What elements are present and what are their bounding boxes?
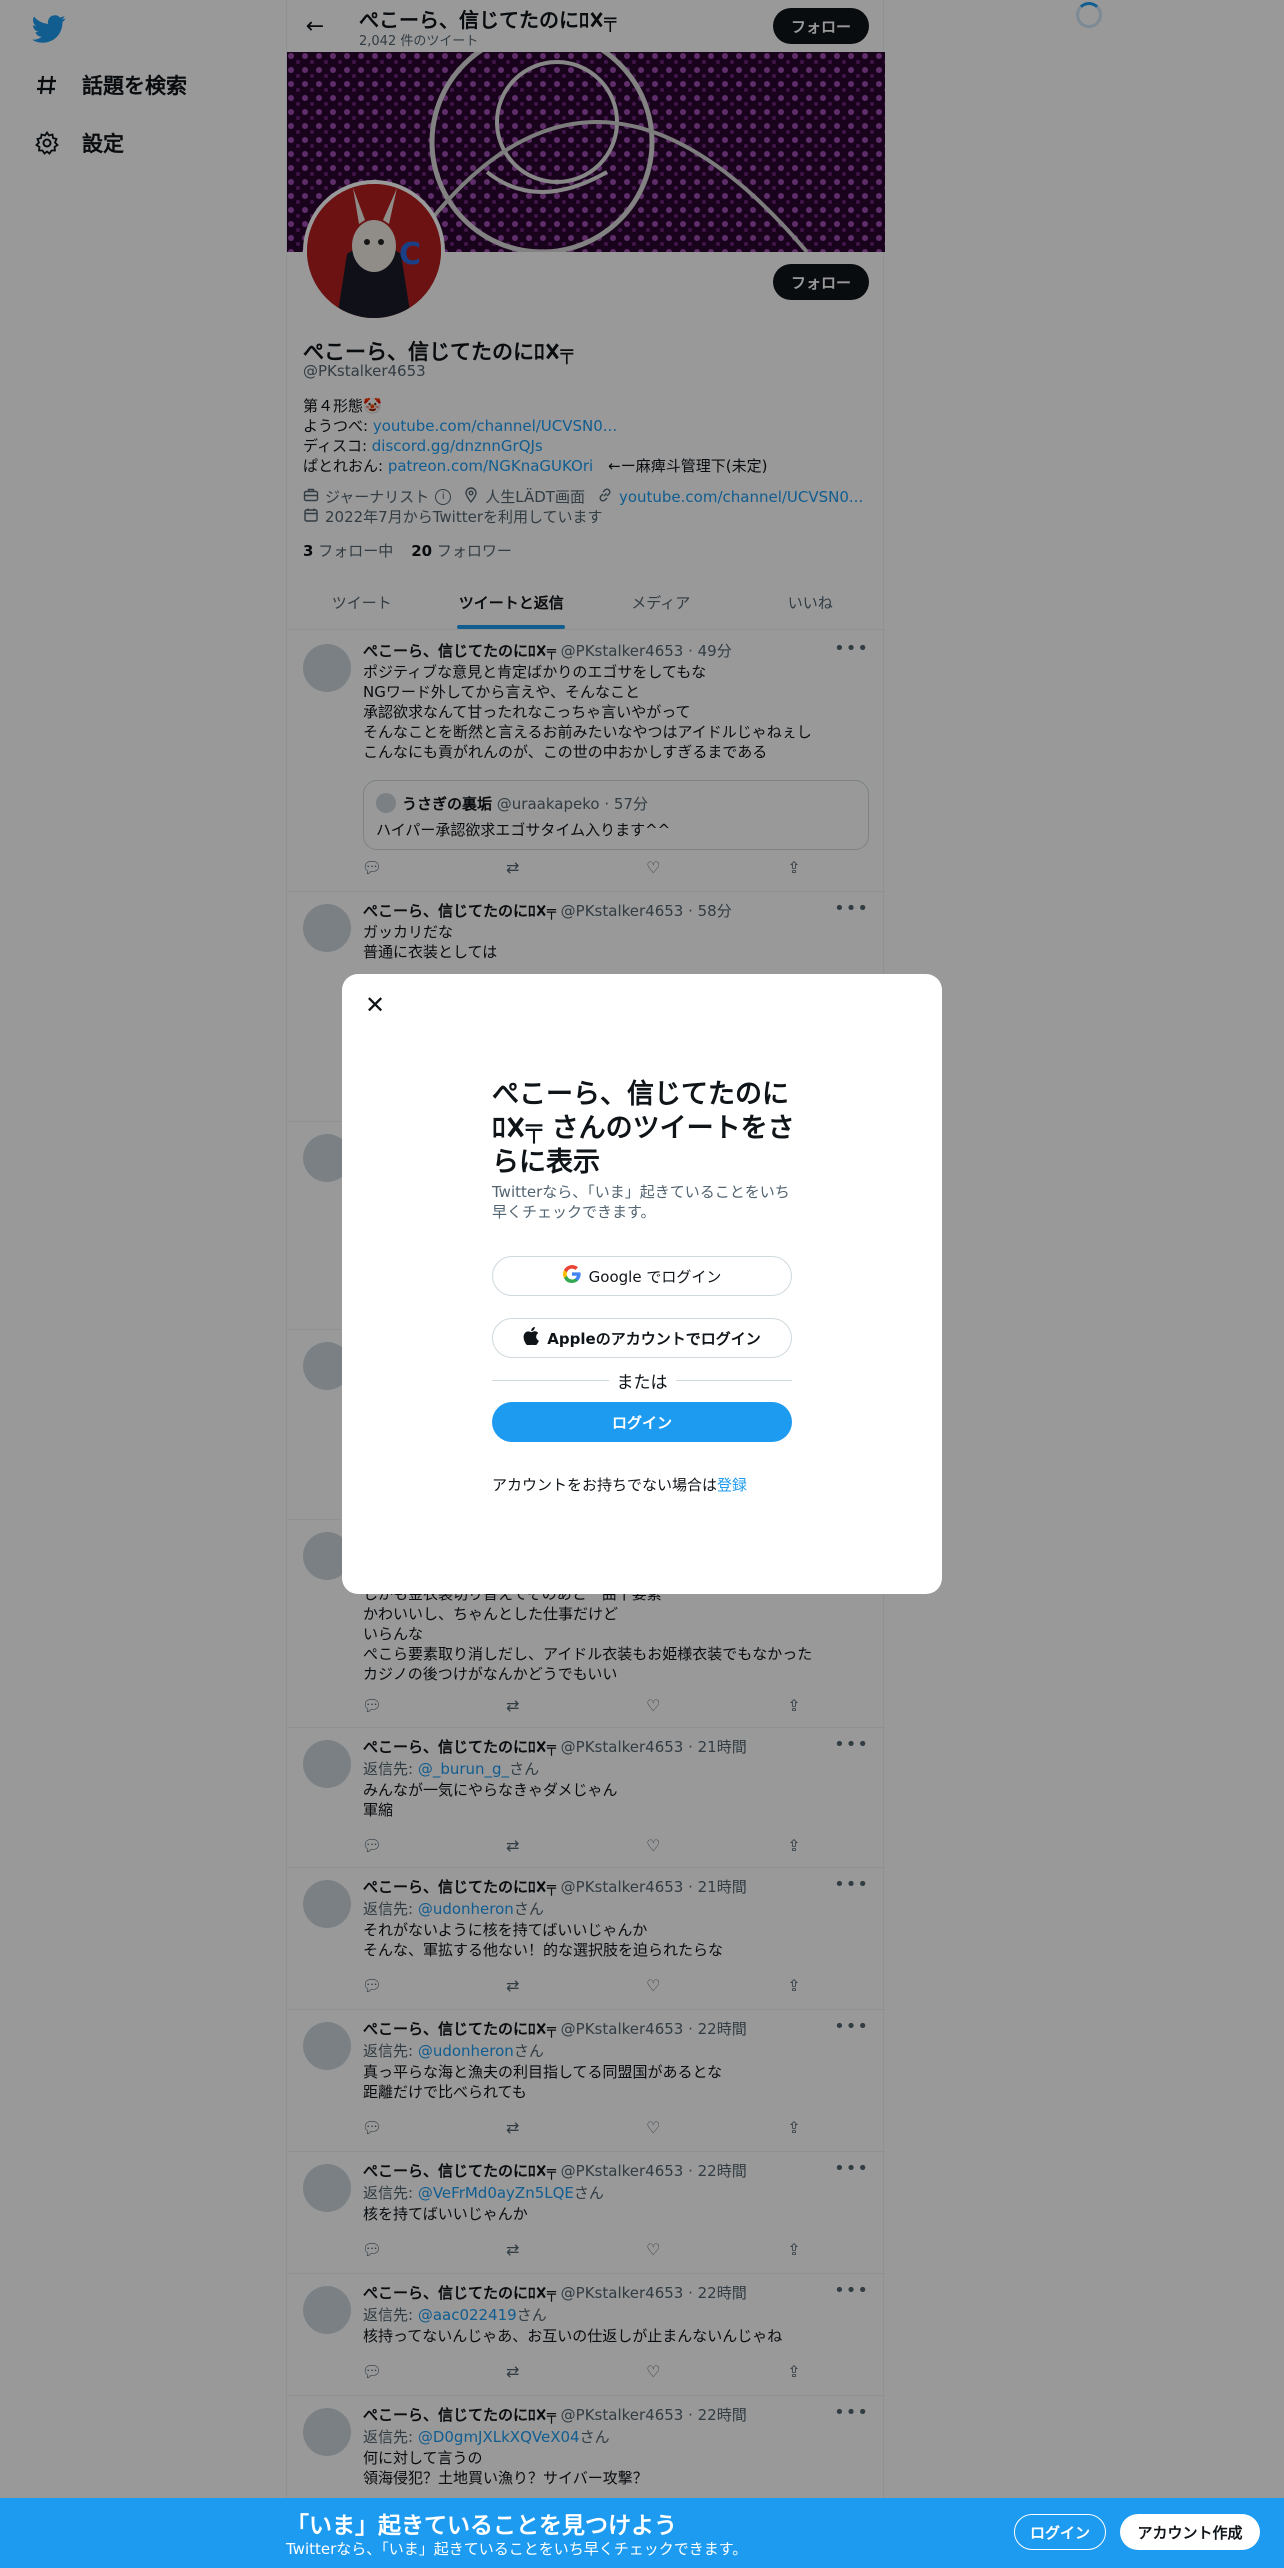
or-divider: または [492, 1368, 792, 1393]
google-login-label: Google でログイン [588, 1267, 722, 1286]
signup-banner: 「いま」起きていることを見つけよう Twitterなら、「いま」起きていることを… [0, 2498, 1284, 2568]
banner-login-button[interactable]: ログイン [1014, 2514, 1106, 2550]
apple-login-label: Appleのアカウントでログイン [547, 1329, 761, 1348]
apple-login-button[interactable]: Appleのアカウントでログイン [492, 1318, 792, 1358]
login-prompt-modal: ✕ ぺこーら、信じてたのにﾛ𐌢╤ さんのツイートをさらに表示 Twitterなら… [342, 974, 942, 1594]
signup-prompt: アカウントをお持ちでない場合は登録 [492, 1476, 748, 1494]
google-icon [562, 1265, 581, 1287]
banner-title: 「いま」起きていることを見つけよう [286, 2513, 677, 2539]
modal-subtitle: Twitterなら、「いま」起きていることをいち早くチェックできます。 [492, 1183, 790, 1221]
google-login-button[interactable]: Google でログイン [492, 1256, 792, 1296]
banner-signup-button[interactable]: アカウント作成 [1120, 2514, 1260, 2550]
signup-link[interactable]: 登録 [717, 1476, 747, 1494]
login-button[interactable]: ログイン [492, 1402, 792, 1442]
close-icon[interactable]: ✕ [358, 988, 392, 1022]
modal-title: ぺこーら、信じてたのにﾛ𐌢╤ さんのツイートをさらに表示 [492, 1079, 795, 1178]
apple-icon [523, 1326, 540, 1349]
banner-subtitle: Twitterなら、「いま」起きていることをいち早くチェックできます。 [286, 2540, 748, 2558]
